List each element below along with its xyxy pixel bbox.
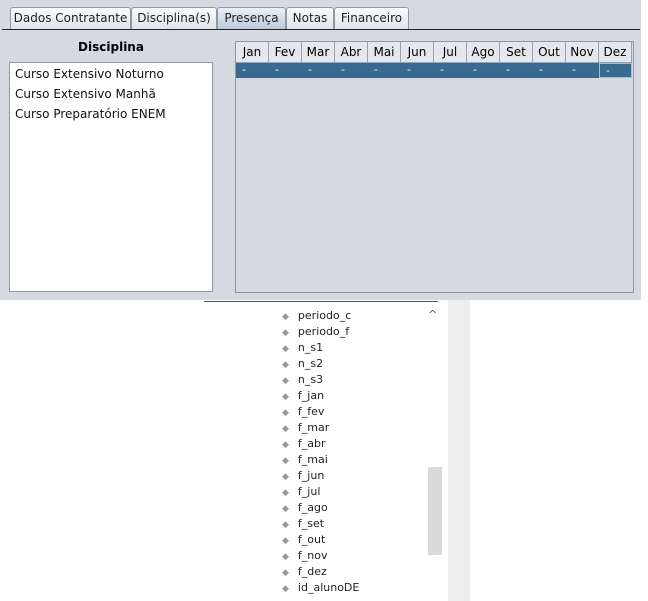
field-item[interactable]: ◆ f_dez — [282, 565, 327, 581]
field-item[interactable]: ◆ f_set — [282, 517, 324, 533]
diamond-icon: ◆ — [282, 584, 289, 594]
field-label: f_nov — [297, 549, 328, 562]
diamond-icon: ◆ — [282, 440, 289, 450]
scroll-up-icon[interactable]: ^ — [428, 308, 437, 321]
diamond-icon: ◆ — [282, 472, 289, 482]
tab-notas[interactable]: Notas — [286, 7, 334, 29]
diamond-icon: ◆ — [282, 360, 289, 370]
table-cell[interactable]: - — [368, 63, 401, 78]
column-header[interactable]: Dez — [599, 42, 632, 63]
diamond-icon: ◆ — [282, 456, 289, 466]
field-label: periodo_f — [297, 325, 350, 338]
field-label: n_s3 — [297, 373, 324, 386]
diamond-icon: ◆ — [282, 552, 289, 562]
column-header[interactable]: Jan — [236, 42, 269, 63]
field-item[interactable]: ◆ f_jun — [282, 469, 324, 485]
tab-presenca[interactable]: Presença — [217, 7, 286, 29]
diamond-icon: ◆ — [282, 392, 289, 402]
table-cell[interactable]: - — [236, 63, 269, 78]
field-label: f_mai — [297, 453, 328, 466]
field-item[interactable]: ◆ f_out — [282, 533, 325, 549]
field-item[interactable]: ◆ f_ago — [282, 501, 328, 517]
list-item[interactable]: Curso Preparatório ENEM — [10, 103, 212, 123]
list-item[interactable]: Curso Extensivo Manhã — [10, 83, 212, 103]
list-item[interactable]: Curso Extensivo Noturno — [10, 63, 212, 83]
field-item[interactable]: ◆ periodo_c — [282, 309, 351, 325]
column-header[interactable]: Out — [533, 42, 566, 63]
disciplina-title: Disciplina — [78, 40, 144, 54]
field-item[interactable]: ◆ periodo_f — [282, 325, 349, 341]
table-cell[interactable]: - — [599, 63, 632, 78]
diamond-icon: ◆ — [282, 520, 289, 530]
field-label: f_mar — [297, 421, 330, 434]
field-item[interactable]: ◆ f_fev — [282, 405, 324, 421]
field-item[interactable]: ◆ n_s2 — [282, 357, 323, 373]
tab-dados-contratante[interactable]: Dados Contratante — [10, 7, 131, 29]
field-item[interactable]: ◆ id_alunoDE — [282, 581, 359, 597]
field-label: n_s2 — [297, 357, 324, 370]
diamond-icon: ◆ — [282, 328, 289, 338]
diamond-icon: ◆ — [282, 488, 289, 498]
diamond-icon: ◆ — [282, 408, 289, 418]
column-header[interactable]: Nov — [566, 42, 599, 63]
field-item[interactable]: ◆ n_s3 — [282, 373, 323, 389]
field-item[interactable]: ◆ n_s1 — [282, 341, 323, 357]
field-list-panel: ◆ periodo_c ◆ periodo_f ◆ n_s1 ◆ n_s2 ◆ n_s3 ◆ f_ja… — [182, 300, 470, 601]
field-label: n_s1 — [297, 341, 324, 354]
field-label: f_set — [297, 517, 325, 530]
field-item[interactable]: ◆ f_nov — [282, 549, 328, 565]
field-item[interactable]: ◆ f_jan — [282, 389, 324, 405]
table-cell[interactable]: - — [269, 63, 302, 78]
diamond-icon: ◆ — [282, 344, 289, 354]
side-gutter — [448, 300, 470, 601]
table-cell[interactable]: - — [533, 63, 566, 78]
column-header[interactable]: Abr — [335, 42, 368, 63]
field-label: id_alunoDE — [297, 581, 360, 594]
form-panel: Dados Contratante Disciplina(s) Presença… — [0, 0, 641, 300]
field-item[interactable]: ◆ f_mai — [282, 453, 328, 469]
table-cell[interactable]: - — [434, 63, 467, 78]
tab-divider — [2, 29, 640, 30]
column-header[interactable]: Ago — [467, 42, 500, 63]
presenca-table[interactable]: Jan Fev Mar Abr Mai Jun Jul Ago Set Out Nov Dez ---… — [235, 41, 634, 293]
table-cell[interactable]: - — [335, 63, 368, 78]
field-item[interactable]: ◆ f_jul — [282, 485, 320, 501]
diamond-icon: ◆ — [282, 536, 289, 546]
disciplina-list[interactable]: Curso Extensivo Noturno Curso Extensivo … — [9, 62, 213, 292]
column-header[interactable]: Mai — [368, 42, 401, 63]
column-header[interactable]: Fev — [269, 42, 302, 63]
column-header[interactable]: Jul — [434, 42, 467, 63]
tab-financeiro[interactable]: Financeiro — [334, 7, 409, 29]
field-item[interactable]: ◆ f_mar — [282, 421, 329, 437]
diamond-icon: ◆ — [282, 376, 289, 386]
divider — [204, 301, 438, 302]
field-label: f_dez — [297, 565, 327, 578]
field-label: f_jan — [297, 389, 325, 402]
field-item[interactable]: ◆ f_abr — [282, 437, 326, 453]
diamond-icon: ◆ — [282, 312, 289, 322]
tab-disciplinas[interactable]: Disciplina(s) — [131, 7, 217, 29]
diamond-icon: ◆ — [282, 424, 289, 434]
field-label: f_jul — [297, 485, 321, 498]
field-label: f_jun — [297, 469, 325, 482]
field-label: periodo_c — [297, 309, 352, 322]
table-cell[interactable]: - — [566, 63, 599, 78]
table-cell[interactable]: - — [302, 63, 335, 78]
column-header[interactable]: Set — [500, 42, 533, 63]
field-label: f_out — [297, 533, 326, 546]
field-label: f_fev — [297, 405, 325, 418]
table-cell[interactable]: - — [500, 63, 533, 78]
field-label: f_ago — [297, 501, 328, 514]
diamond-icon: ◆ — [282, 504, 289, 514]
field-label: f_abr — [297, 437, 326, 450]
column-header[interactable]: Jun — [401, 42, 434, 63]
diamond-icon: ◆ — [282, 568, 289, 578]
table-cell[interactable]: - — [401, 63, 434, 78]
table-cell[interactable]: - — [467, 63, 500, 78]
scrollbar-thumb[interactable] — [428, 467, 442, 555]
column-header[interactable]: Mar — [302, 42, 335, 63]
